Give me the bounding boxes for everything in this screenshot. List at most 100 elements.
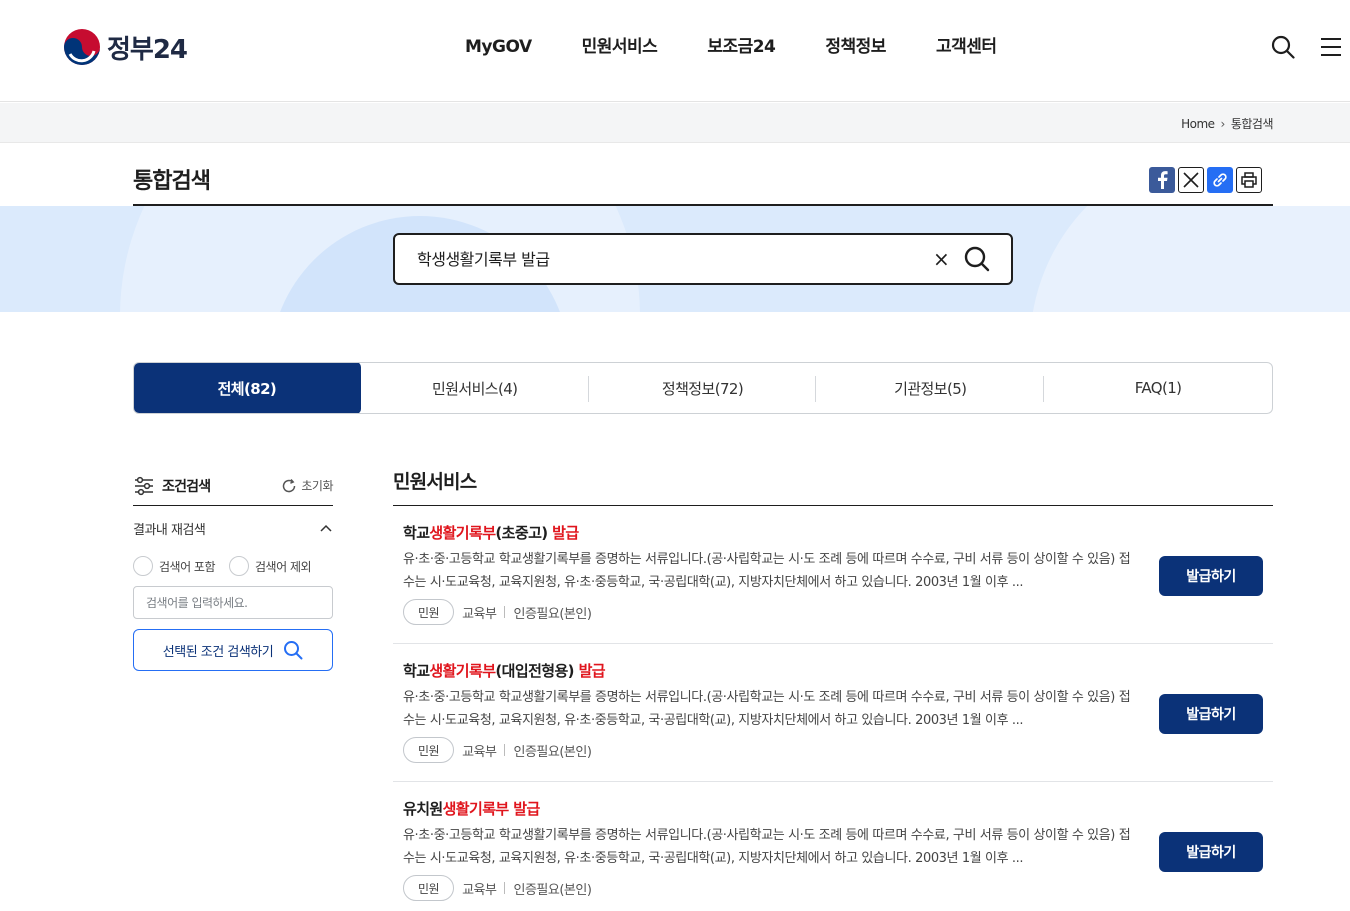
result-item: 학교생활기록부(대입전형용) 발급 유·초·중·고등학교 학교생활기록부를 증명… xyxy=(393,644,1273,782)
search-band: × xyxy=(0,206,1350,312)
nav-customer-center[interactable]: 고객센터 xyxy=(911,33,1022,61)
search-icon[interactable] xyxy=(1271,35,1295,59)
chevron-up-icon xyxy=(320,524,332,532)
title-text: 유치원 xyxy=(403,800,443,818)
exclude-keyword-radio[interactable]: 검색어 제외 xyxy=(229,556,312,576)
tab-faq-label: FAQ(1) xyxy=(1134,379,1182,397)
print-icon xyxy=(1241,172,1257,188)
clear-search-button[interactable]: × xyxy=(933,247,950,271)
reset-label: 초기화 xyxy=(301,479,333,493)
site-header: 정부24 MyGOV 민원서비스 보조금24 정책정보 고객센터 xyxy=(0,0,1350,102)
result-title[interactable]: 학교생활기록부(초중고) 발급 xyxy=(403,522,579,543)
title-text: 학교 xyxy=(403,662,430,680)
result-meta: 민원 교육부 인증필요(본인) xyxy=(403,599,592,625)
auth-label: 인증필요(본인) xyxy=(513,882,592,898)
apply-filter-button[interactable]: 선택된 조건 검색하기 xyxy=(133,629,333,671)
results-section: 민원서비스 학교생활기록부(초중고) 발급 유·초·중·고등학교 학교생활기록부… xyxy=(393,466,1273,911)
filter-sliders-icon xyxy=(135,476,153,495)
filter-title-label: 조건검색 xyxy=(162,478,211,495)
result-tabs: 전체(82) 민원서비스(4) 정책정보(72) 기관정보(5) FAQ(1) xyxy=(133,362,1273,414)
site-logo[interactable]: 정부24 xyxy=(63,27,188,67)
main-nav: MyGOV 민원서비스 보조금24 정책정보 고객센터 xyxy=(440,33,1022,61)
refine-keyword-input[interactable] xyxy=(133,586,333,619)
result-description: 유·초·중·고등학교 학교생활기록부를 증명하는 서류입니다.(공·사립학교는 … xyxy=(403,690,1131,728)
title-text: (대입전형용) xyxy=(495,662,579,680)
copy-link-button[interactable] xyxy=(1207,167,1233,193)
meta-divider xyxy=(504,744,506,756)
meta-divider xyxy=(504,606,506,618)
issue-button[interactable]: 발급하기 xyxy=(1159,556,1263,596)
agency-label: 교육부 xyxy=(462,882,497,898)
include-keyword-label: 검색어 포함 xyxy=(159,559,216,574)
search-icon xyxy=(284,641,303,660)
reset-button[interactable]: 초기화 xyxy=(281,477,333,494)
title-highlight: 발급 xyxy=(552,524,579,542)
result-title[interactable]: 학교생활기록부(대입전형용) 발급 xyxy=(403,660,606,681)
category-badge: 민원 xyxy=(403,737,455,763)
search-box: × xyxy=(393,233,1013,285)
x-icon xyxy=(1183,172,1199,188)
title-highlight: 생활기록부 xyxy=(442,800,510,818)
meta-divider xyxy=(504,882,506,894)
exclude-keyword-label: 검색어 제외 xyxy=(255,559,312,574)
x-share-button[interactable] xyxy=(1178,167,1204,193)
logo-text: 정부24 xyxy=(107,34,188,65)
title-highlight: 생활기록부 xyxy=(429,662,496,680)
chevron-right-icon: › xyxy=(1220,116,1226,131)
title-text: 학교 xyxy=(403,524,430,542)
print-button[interactable] xyxy=(1236,167,1262,193)
background-circle xyxy=(1030,206,1350,312)
result-title[interactable]: 유치원생활기록부 발급 xyxy=(403,798,540,819)
share-toolbar xyxy=(1149,167,1262,193)
tab-agency-info[interactable]: 기관정보(5) xyxy=(816,363,1045,413)
result-description: 유·초·중·고등학교 학교생활기록부를 증명하는 서류입니다.(공·사립학교는 … xyxy=(403,828,1131,866)
title-highlight: 발급 xyxy=(578,662,606,680)
filter-sidebar: 조건검색 초기화 결과내 재검색 검색어 포함 검색어 제외 선택된 조건 검색… xyxy=(133,466,333,671)
search-input[interactable] xyxy=(417,248,917,267)
page-title: 통합검색 xyxy=(133,169,211,194)
breadcrumb-current: 통합검색 xyxy=(1230,117,1274,131)
refine-search-toggle[interactable]: 결과내 재검색 xyxy=(133,519,333,538)
result-meta: 민원 교육부 인증필요(본인) xyxy=(403,737,592,763)
nav-policy-info[interactable]: 정책정보 xyxy=(800,33,911,61)
facebook-share-button[interactable] xyxy=(1149,167,1175,193)
breadcrumb-home[interactable]: Home xyxy=(1181,117,1215,131)
link-icon xyxy=(1213,173,1227,187)
nav-civil-service[interactable]: 민원서비스 xyxy=(557,33,683,61)
search-submit-icon[interactable] xyxy=(963,245,991,273)
radio-circle xyxy=(133,556,153,576)
title-text: (초중고) xyxy=(495,524,553,542)
category-badge: 민원 xyxy=(403,599,455,625)
filter-header: 조건검색 초기화 xyxy=(133,466,333,506)
result-meta: 민원 교육부 인증필요(본인) xyxy=(403,875,592,901)
tab-all[interactable]: 전체(82) xyxy=(134,363,361,413)
auth-label: 인증필요(본인) xyxy=(513,606,592,622)
issue-button[interactable]: 발급하기 xyxy=(1159,694,1263,734)
title-highlight: 발급 xyxy=(513,800,540,818)
radio-circle xyxy=(229,556,250,576)
breadcrumb: Home › 통합검색 xyxy=(1181,115,1273,132)
tab-all-label: 전체(82) xyxy=(217,379,277,398)
refresh-icon xyxy=(283,478,296,492)
facebook-icon xyxy=(1158,171,1168,189)
include-keyword-radio[interactable]: 검색어 포함 xyxy=(133,556,216,576)
result-item: 학교생활기록부(초중고) 발급 유·초·중·고등학교 학교생활기록부를 증명하는… xyxy=(393,506,1273,644)
agency-label: 교육부 xyxy=(462,606,497,622)
nav-subsidy24[interactable]: 보조금24 xyxy=(682,33,800,61)
title-highlight: 생활기록부 xyxy=(429,524,496,542)
result-item: 유치원생활기록부 발급 유·초·중·고등학교 학교생활기록부를 증명하는 서류입… xyxy=(393,782,1273,911)
taegeuk-logo-icon xyxy=(64,29,100,65)
tab-faq[interactable]: FAQ(1) xyxy=(1044,363,1272,413)
refine-mode-group: 검색어 포함 검색어 제외 xyxy=(133,556,333,576)
tab-policy-info[interactable]: 정책정보(72) xyxy=(589,363,817,413)
result-description: 유·초·중·고등학교 학교생활기록부를 증명하는 서류입니다.(공·사립학교는 … xyxy=(403,552,1131,590)
results-section-title: 민원서비스 xyxy=(393,466,1273,506)
nav-mygov[interactable]: MyGOV xyxy=(440,33,557,61)
agency-label: 교육부 xyxy=(462,744,497,760)
tab-civil-service[interactable]: 민원서비스(4) xyxy=(361,363,589,413)
category-badge: 민원 xyxy=(403,875,455,901)
hamburger-menu-icon[interactable] xyxy=(1319,35,1343,59)
apply-filter-label: 선택된 조건 검색하기 xyxy=(162,644,274,660)
issue-button[interactable]: 발급하기 xyxy=(1159,832,1263,872)
breadcrumb-band: Home › 통합검색 xyxy=(0,103,1350,143)
